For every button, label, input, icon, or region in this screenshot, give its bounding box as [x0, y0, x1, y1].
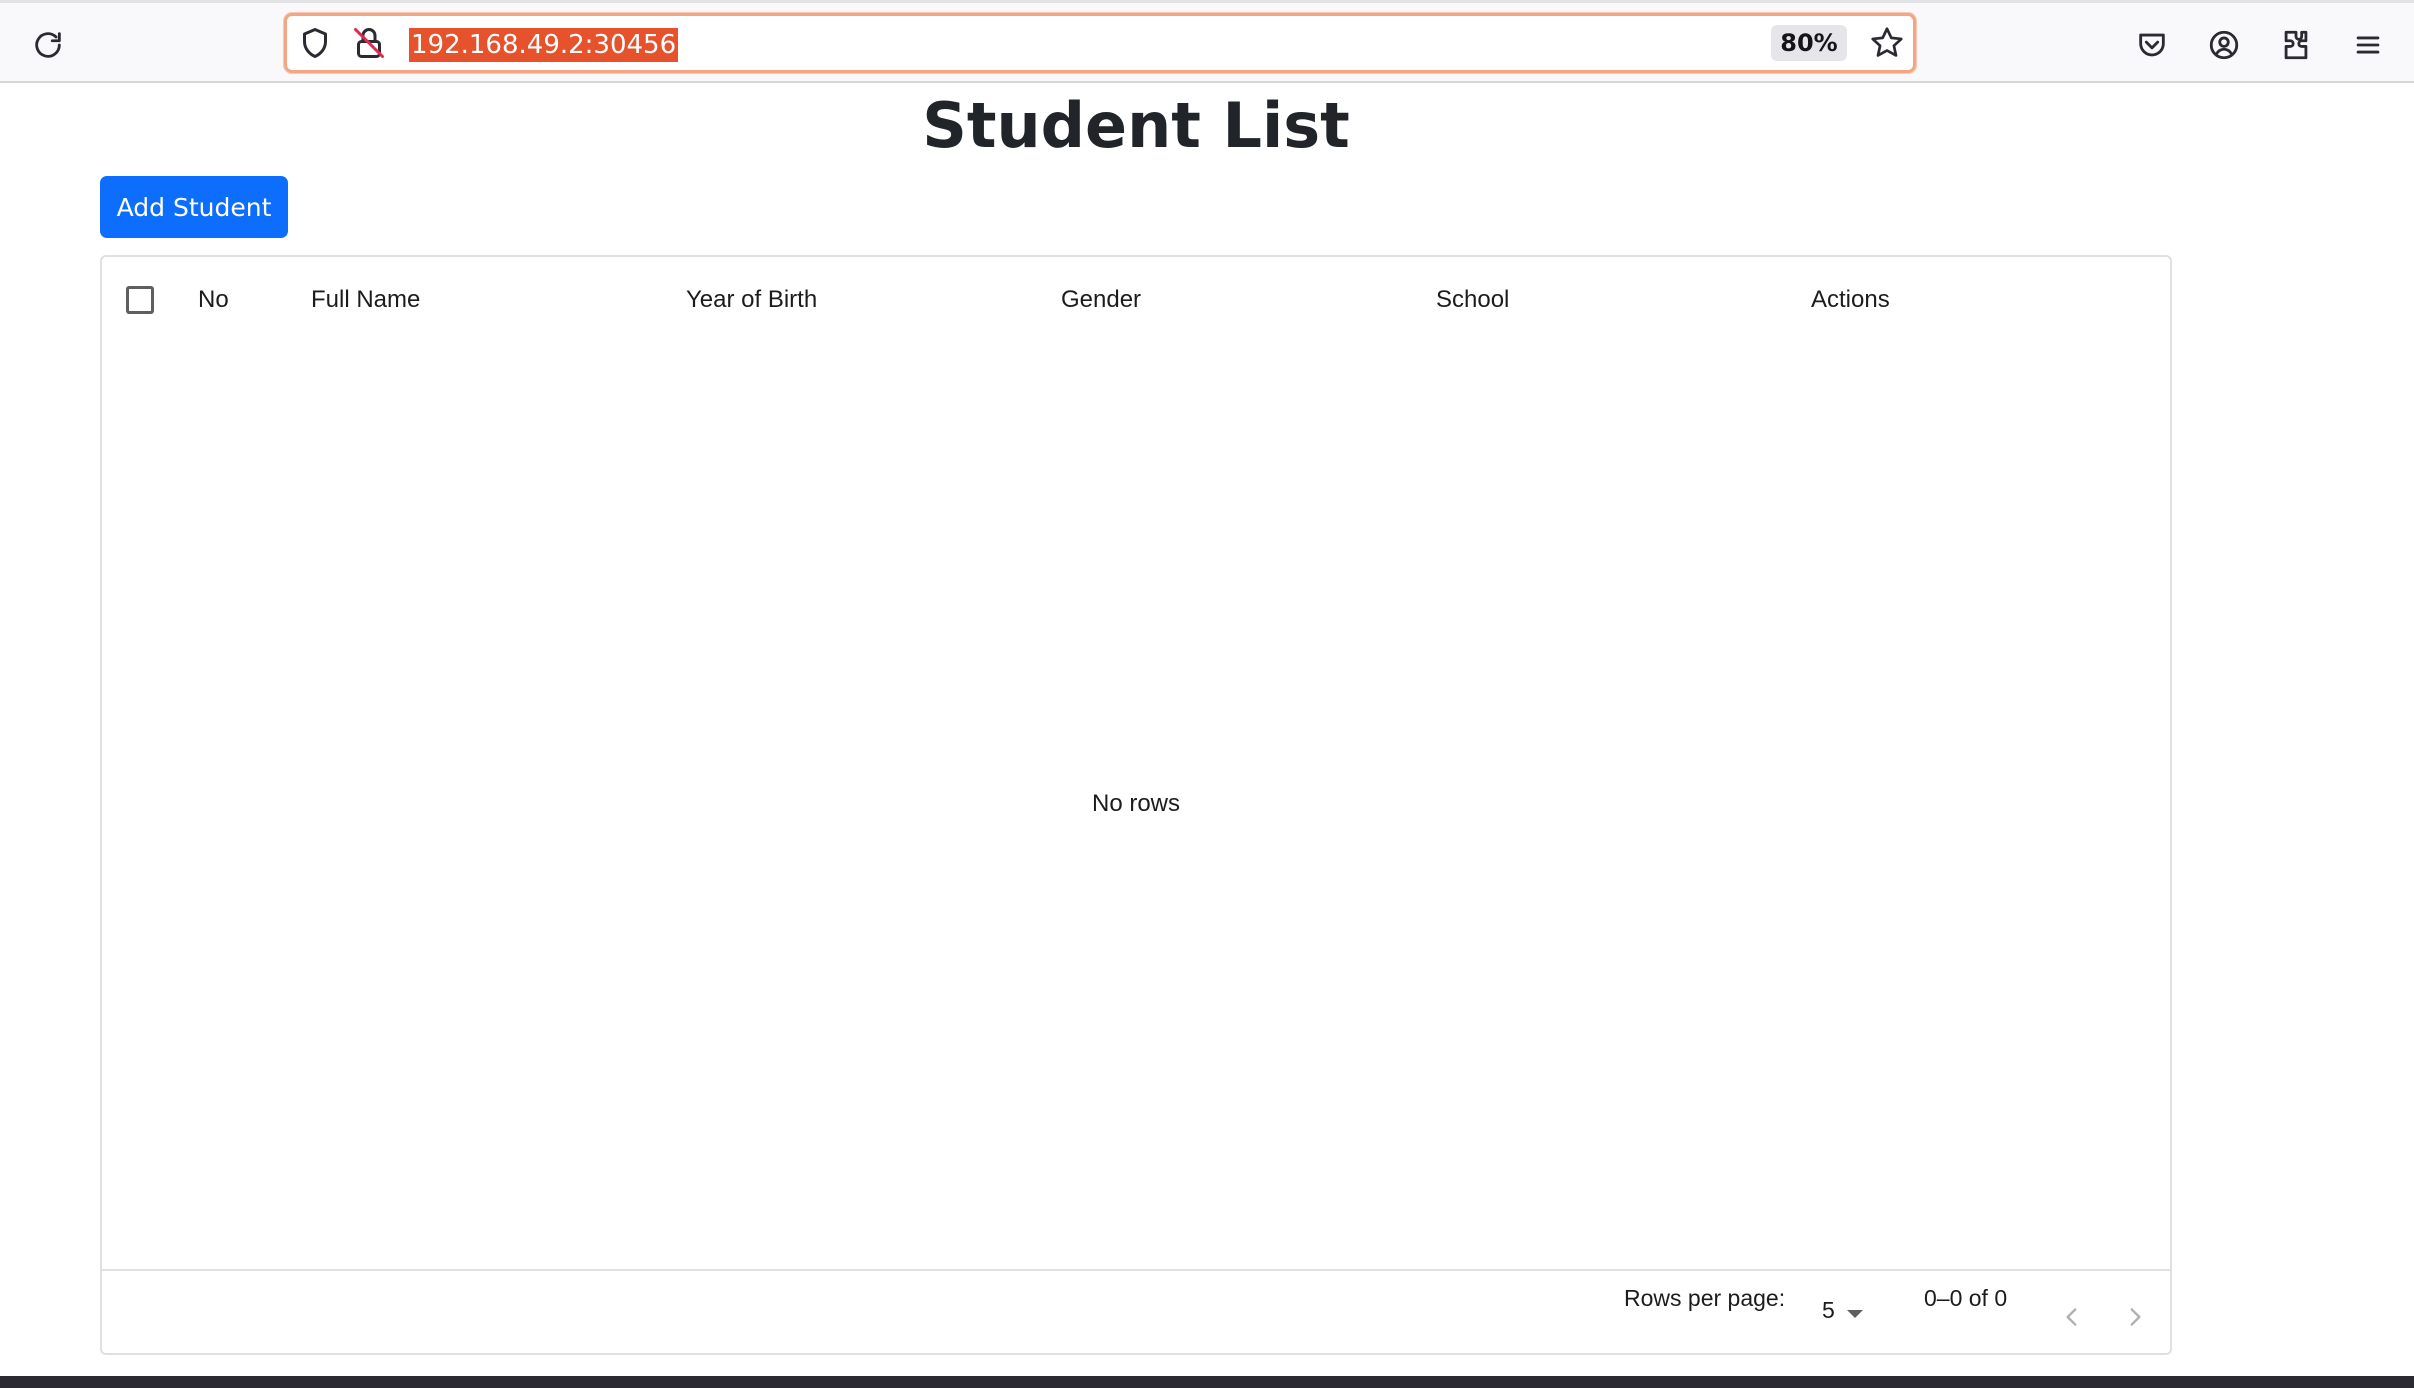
browser-toolbar: 192.168.49.2:30456 80% [0, 0, 2414, 83]
select-all-checkbox[interactable] [126, 286, 154, 314]
column-header-full-name[interactable]: Full Name [311, 285, 420, 315]
menu-icon[interactable] [2340, 17, 2396, 73]
account-icon[interactable] [2196, 17, 2252, 73]
bottom-window-edge [0, 1376, 2414, 1388]
address-bar[interactable]: 192.168.49.2:30456 80% [284, 13, 1916, 73]
toolbar-top-border [0, 0, 2414, 3]
next-page-icon[interactable] [2115, 1297, 2155, 1337]
rows-per-page-value[interactable]: 5 [1822, 1297, 1835, 1324]
column-header-actions[interactable]: Actions [1811, 285, 1890, 315]
student-data-grid: No Full Name Year of Birth Gender School… [100, 255, 2172, 1355]
bookmark-star-icon[interactable] [1869, 25, 1905, 61]
table-pagination-footer: Rows per page: 5 0–0 of 0 [102, 1269, 2170, 1357]
pagination-range-text: 0–0 of 0 [1924, 1285, 2008, 1311]
add-student-button[interactable]: Add Student [100, 176, 288, 238]
page-title: Student List [922, 89, 1350, 162]
previous-page-icon[interactable] [2052, 1297, 2092, 1337]
column-header-no[interactable]: No [198, 285, 229, 315]
insecure-lock-icon[interactable] [351, 25, 387, 61]
empty-table-message: No rows [1091, 790, 1181, 817]
shield-icon[interactable] [297, 25, 333, 61]
dropdown-caret-icon[interactable] [1846, 1309, 1863, 1318]
column-header-year-of-birth[interactable]: Year of Birth [686, 285, 817, 315]
rows-per-page-select[interactable]: 5 [1822, 1297, 1863, 1324]
table-header-row: No Full Name Year of Birth Gender School… [102, 257, 2170, 341]
url-text[interactable]: 192.168.49.2:30456 [409, 28, 679, 62]
reload-icon[interactable] [20, 17, 76, 73]
zoom-level-badge[interactable]: 80% [1771, 25, 1847, 61]
column-header-gender[interactable]: Gender [1061, 285, 1141, 315]
column-header-school[interactable]: School [1436, 285, 1509, 315]
pocket-icon[interactable] [2124, 17, 2180, 73]
extensions-icon[interactable] [2268, 17, 2324, 73]
rows-per-page-label: Rows per page: [1624, 1285, 1786, 1311]
